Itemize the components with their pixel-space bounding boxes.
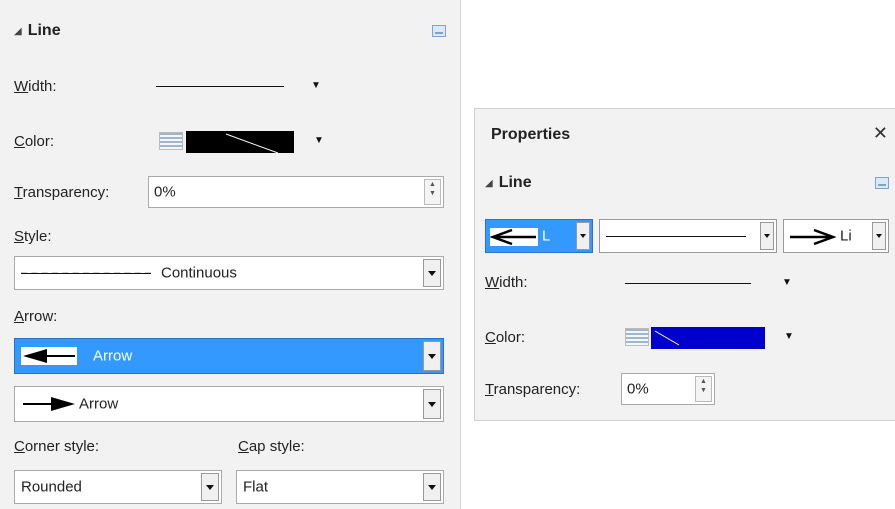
chevron-down-icon[interactable]	[423, 259, 441, 287]
corner-style-value: Rounded	[21, 478, 82, 496]
chevron-down-icon[interactable]: ▼	[311, 80, 321, 91]
chevron-down-icon[interactable]	[423, 473, 441, 501]
line-color-icon	[625, 328, 649, 346]
arrow-start-mini-dropdown[interactable]: L	[485, 219, 593, 253]
line-style-mini-dropdown[interactable]	[599, 219, 777, 253]
properties-transparency-value: 0%	[627, 380, 649, 398]
properties-panel: Properties ✕ ◢ Line L Li Width: ▼ Color:	[474, 108, 895, 421]
right-arrow-icon	[23, 397, 75, 411]
cap-style-dropdown[interactable]: Flat	[236, 470, 444, 504]
corner-style-dropdown[interactable]: Rounded	[14, 470, 222, 504]
chevron-down-icon[interactable]	[423, 389, 441, 419]
arrow-label: Arrow:	[14, 308, 58, 325]
collapse-triangle-icon[interactable]: ◢	[485, 178, 493, 189]
line-style-dropdown[interactable]: Continuous	[14, 256, 444, 290]
right-arrow-icon	[790, 228, 836, 246]
chevron-down-icon[interactable]	[872, 222, 886, 250]
chevron-down-icon[interactable]: ▼	[314, 135, 324, 146]
width-label: Width:	[14, 78, 57, 95]
properties-transparency-spinbox[interactable]: 0% ▲ ▼	[621, 373, 715, 405]
chevron-down-icon[interactable]: ▼	[784, 331, 794, 342]
width-line-preview	[156, 86, 284, 87]
chevron-down-icon[interactable]: ▼	[782, 277, 792, 288]
line-section-title: Line	[27, 22, 61, 39]
properties-color-swatch-graphic	[651, 327, 765, 349]
chevron-down-icon[interactable]	[576, 222, 590, 250]
left-arrow-icon	[21, 347, 77, 365]
properties-line-section-header[interactable]: ◢ Line	[485, 174, 532, 192]
arrow-end-partial: Li	[840, 227, 852, 245]
chevron-down-icon[interactable]	[423, 341, 441, 371]
line-color-icon	[159, 132, 183, 150]
color-swatch-graphic	[186, 131, 294, 153]
chevron-down-icon[interactable]	[201, 473, 219, 501]
line-sidebar-panel: ◢ Line Width: ▼ Color: ▼ Transparency: 0%…	[0, 0, 461, 509]
properties-transparency-label: Transparency:	[485, 381, 581, 398]
spin-arrows-icon[interactable]: ▲ ▼	[424, 179, 441, 205]
color-swatch-fill	[186, 131, 294, 153]
color-swatch	[186, 131, 294, 153]
transparency-spinbox[interactable]: 0% ▲ ▼	[148, 176, 444, 208]
more-options-icon[interactable]	[875, 177, 889, 189]
properties-color-swatch-fill	[651, 327, 765, 349]
right-arrow-head	[51, 397, 75, 411]
arrow-start-dropdown[interactable]: Arrow	[14, 338, 444, 374]
properties-width-line-preview	[625, 283, 751, 284]
cap-style-label: Cap style:	[238, 438, 305, 455]
properties-title: Properties	[491, 126, 571, 143]
left-arrow-icon	[490, 228, 538, 246]
more-options-icon[interactable]	[432, 25, 446, 37]
arrow-start-partial: L	[542, 227, 551, 245]
style-line-preview	[21, 273, 151, 274]
properties-width-label: Width:	[485, 274, 528, 291]
close-icon[interactable]: ✕	[873, 123, 888, 144]
cap-style-value: Flat	[243, 478, 269, 496]
transparency-value: 0%	[154, 183, 176, 201]
color-label: Color:	[14, 133, 55, 150]
collapse-triangle-icon[interactable]: ◢	[14, 26, 22, 37]
spin-arrows-icon[interactable]: ▲ ▼	[695, 376, 712, 402]
style-label: Style:	[14, 228, 52, 245]
corner-style-label: Corner style:	[14, 438, 100, 455]
arrow-end-value: Arrow	[79, 395, 119, 413]
mini-line-preview	[606, 236, 746, 237]
line-section-header[interactable]: ◢ Line	[14, 22, 61, 40]
transparency-label: Transparency:	[14, 184, 110, 201]
properties-color-swatch	[651, 327, 765, 349]
style-value: Continuous	[161, 264, 237, 282]
chevron-down-icon[interactable]	[760, 222, 774, 250]
arrow-start-value: Arrow	[93, 347, 133, 365]
arrow-end-dropdown[interactable]: Arrow	[14, 386, 444, 422]
properties-color-label: Color:	[485, 329, 526, 346]
arrow-end-mini-dropdown[interactable]: Li	[783, 219, 889, 253]
properties-line-section-title: Line	[498, 174, 532, 191]
